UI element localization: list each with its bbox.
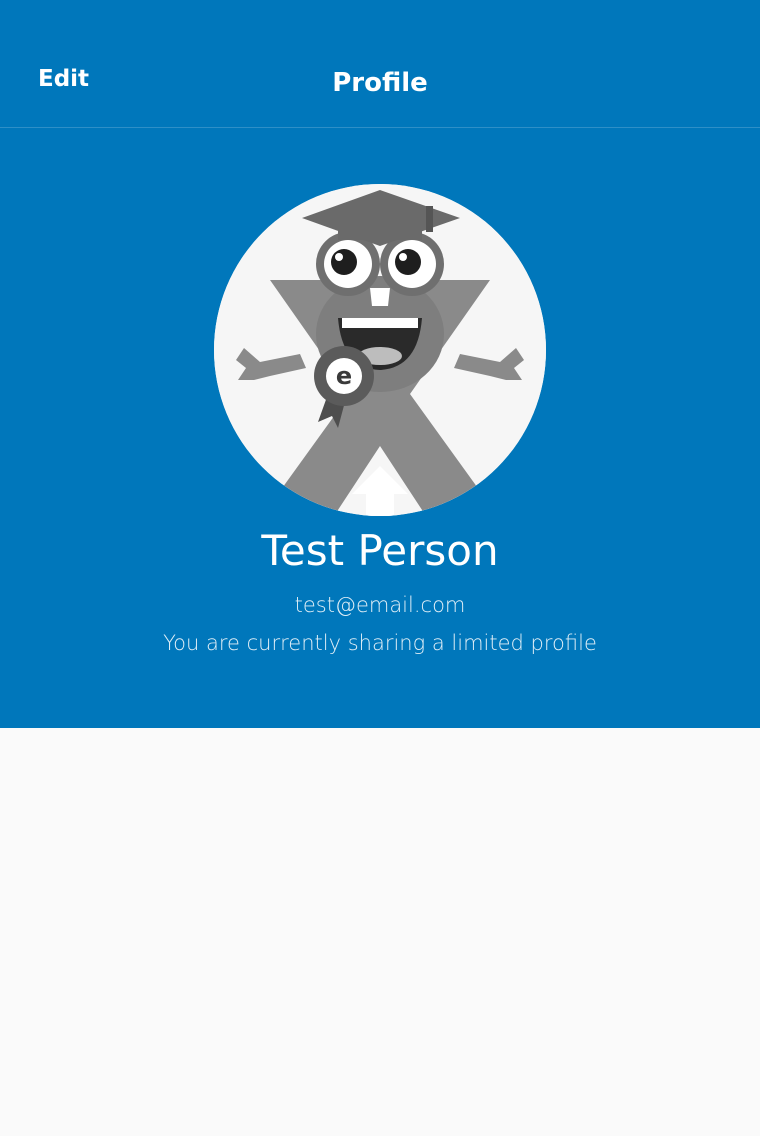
page-title: Profile [332, 68, 428, 98]
profile-screen: Edit Profile e Test Person test@email.co… [0, 0, 760, 1136]
sharing-status-text: You are currently sharing a limited prof… [163, 631, 597, 655]
badge-letter: e [336, 362, 352, 390]
avatar: e [214, 184, 546, 516]
profile-content-area [0, 728, 760, 1136]
profile-name: Test Person [261, 526, 499, 575]
mascot-graduate-x-icon: e [214, 184, 546, 516]
profile-header: e Test Person test@email.com You are cur… [0, 128, 760, 728]
profile-email: test@email.com [294, 593, 466, 617]
navigation-bar: Edit Profile [0, 0, 760, 128]
